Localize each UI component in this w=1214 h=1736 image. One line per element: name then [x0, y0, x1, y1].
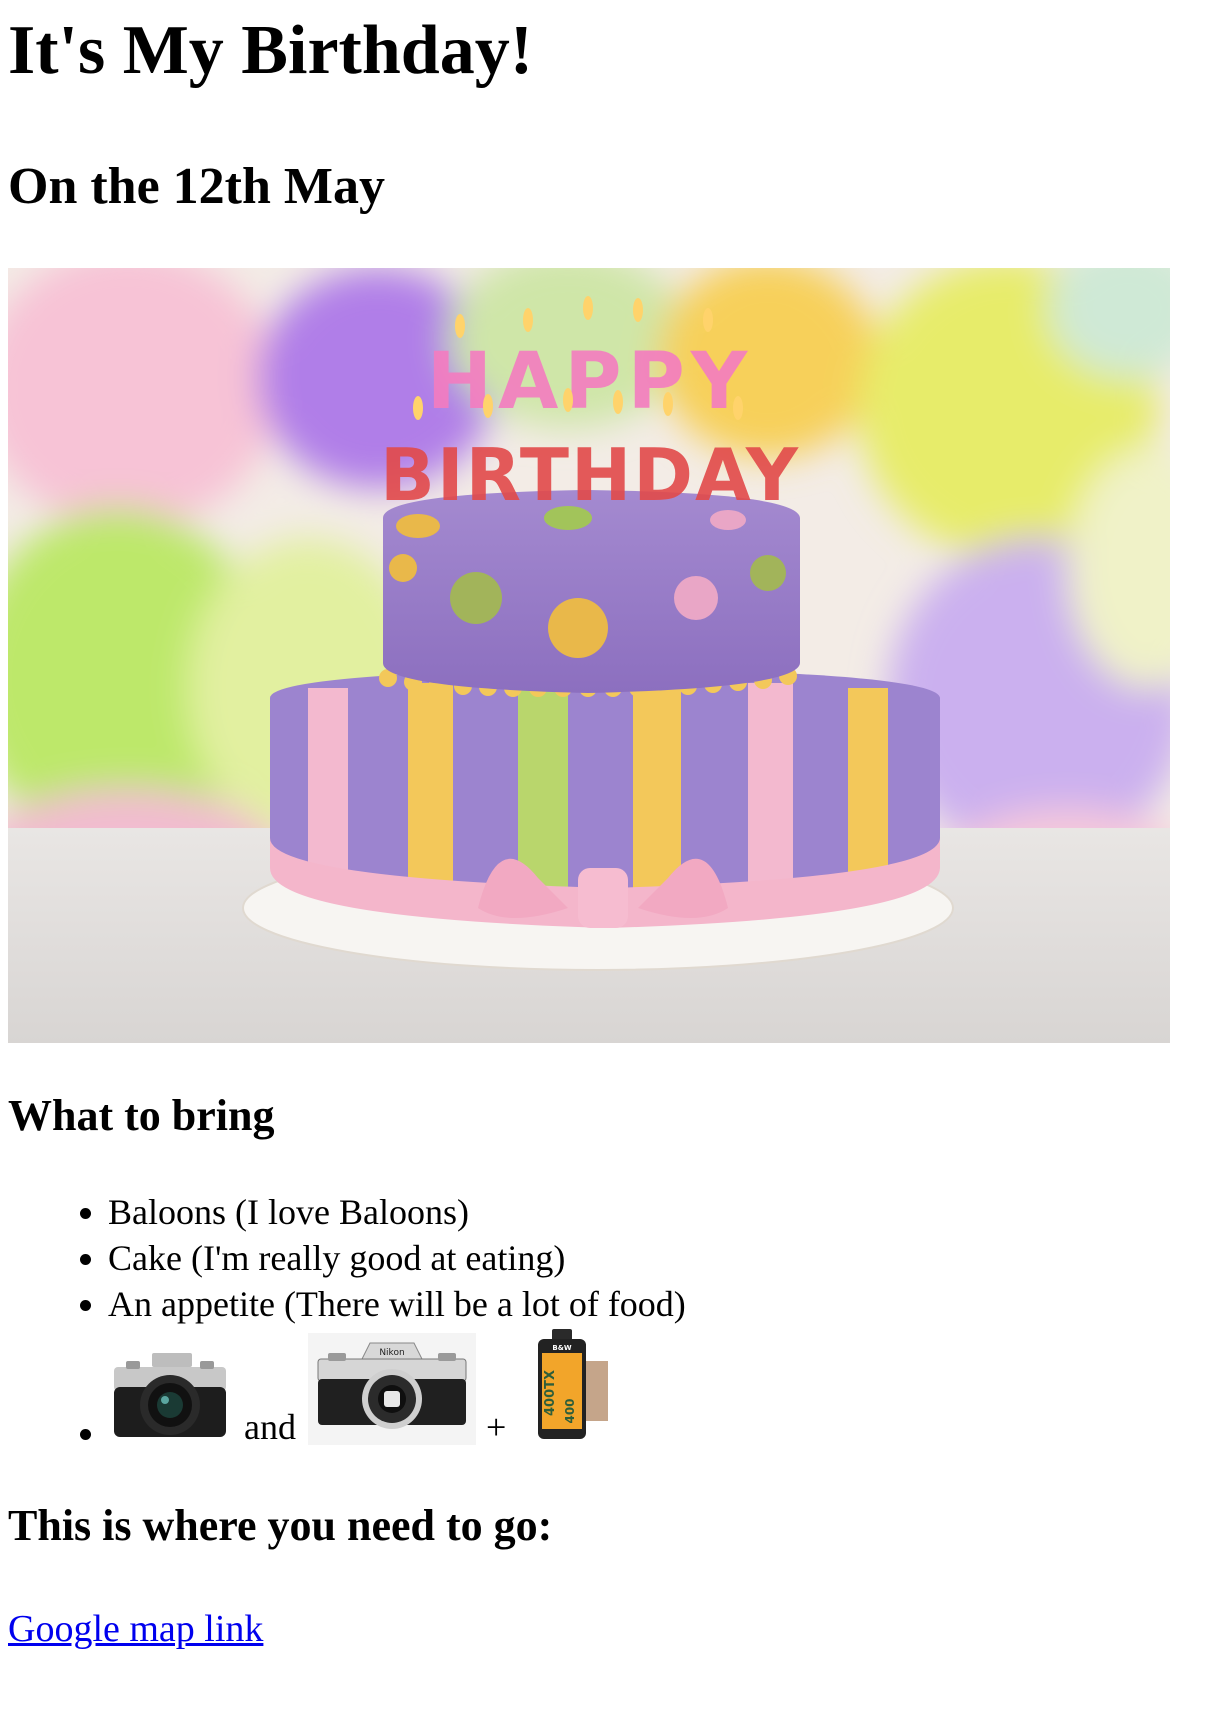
film-speed: 400	[563, 1398, 577, 1423]
mirrorless-camera-image	[108, 1349, 232, 1445]
film-brand: B&W	[553, 1344, 572, 1352]
page: It's My Birthday! On the 12th May HAPPY …	[0, 0, 1214, 1651]
list-item: Baloons (I love Baloons)	[108, 1189, 1214, 1235]
cake-candle-text-2: BIRTHDAY	[380, 433, 800, 517]
date-heading: On the 12th May	[8, 158, 385, 215]
birthday-cake-image: HAPPY BIRTHDAY	[8, 268, 1170, 1043]
list-item: Cake (I'm really good at eating)	[108, 1235, 1214, 1281]
bring-heading: What to bring	[8, 1091, 275, 1140]
film-camera-image: Nikon	[307, 1333, 476, 1445]
where-heading: This is where you need to go:	[8, 1501, 553, 1550]
plus-text: +	[485, 1407, 507, 1447]
camera2-brand: Nikon	[379, 1348, 404, 1358]
list-item-gear: and Nikon +	[108, 1327, 1214, 1461]
cake-candle-text-1: HAPPY	[427, 337, 753, 427]
film-canister-image: B&W 400TX 400	[524, 1327, 617, 1445]
google-map-link[interactable]: Google map link	[8, 1607, 263, 1651]
list-item: An appetite (There will be a lot of food…	[108, 1281, 1214, 1327]
page-title: It's My Birthday!	[8, 12, 533, 89]
bring-list: Baloons (I love Baloons) Cake (I'm reall…	[8, 1189, 1214, 1461]
film-label: 400TX	[543, 1370, 558, 1416]
and-text: and	[244, 1407, 296, 1447]
